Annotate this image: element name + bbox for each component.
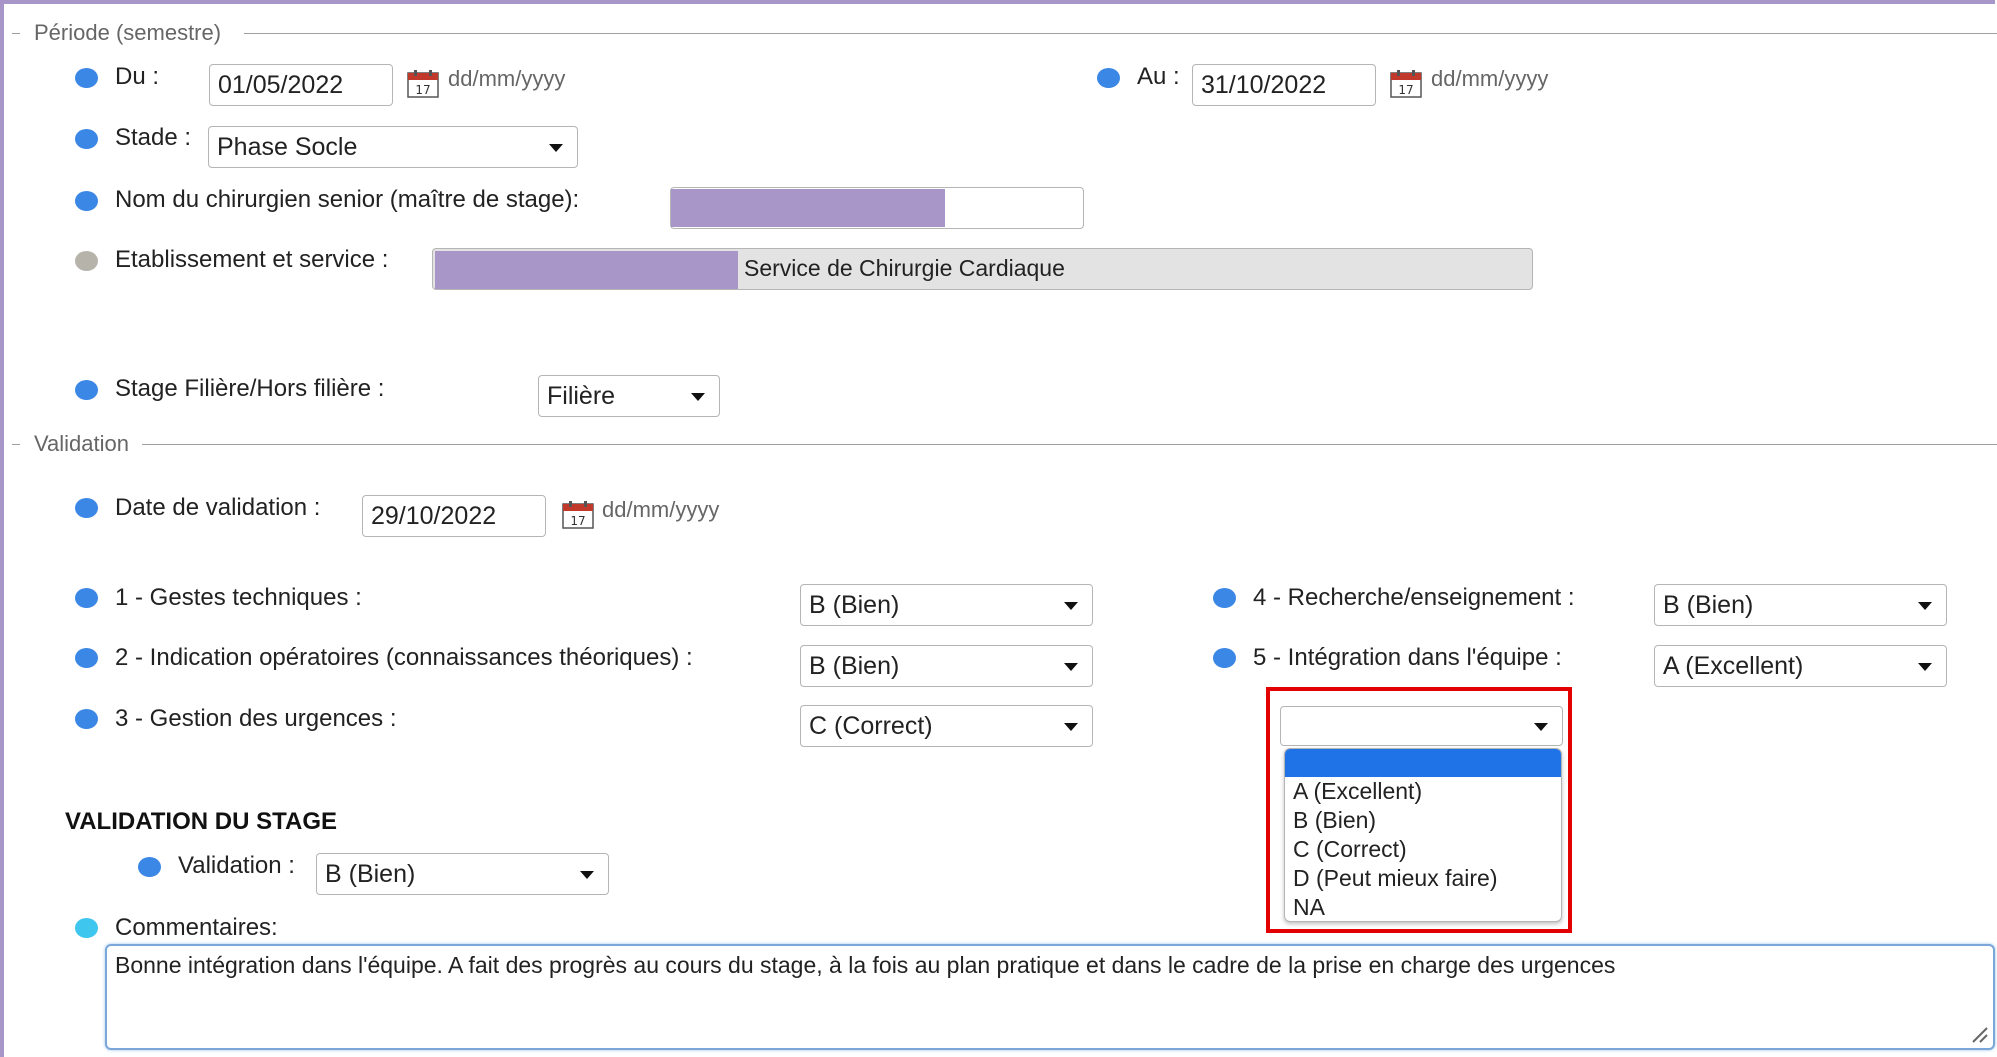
criterion-gestes-select[interactable]: B (Bien) bbox=[800, 584, 1093, 626]
required-dot bbox=[1213, 588, 1236, 608]
periode-legend: Période (semestre) bbox=[32, 20, 224, 46]
criterion-recherche-label: 4 - Recherche/enseignement : bbox=[1253, 584, 1575, 611]
dropdown-option[interactable]: B (Bien) bbox=[1285, 806, 1561, 835]
criterion-urgences-select[interactable]: C (Correct) bbox=[800, 705, 1093, 747]
chevron-down-icon bbox=[1534, 723, 1548, 731]
redacted-area bbox=[671, 189, 945, 227]
chevron-down-icon bbox=[1064, 663, 1078, 671]
criterion-recherche-value: B (Bien) bbox=[1663, 591, 1754, 619]
chevron-down-icon bbox=[1064, 723, 1078, 731]
fieldset-border bbox=[12, 444, 20, 445]
criterion-gestes-label: 1 - Gestes techniques : bbox=[115, 584, 362, 611]
chevron-down-icon bbox=[1064, 602, 1078, 610]
required-dot bbox=[1097, 68, 1120, 88]
stage-validation-label: Validation : bbox=[178, 852, 295, 879]
stage-validation-heading: VALIDATION DU STAGE bbox=[65, 808, 337, 835]
comments-label: Commentaires: bbox=[115, 914, 278, 941]
criterion-indication-select[interactable]: B (Bien) bbox=[800, 645, 1093, 687]
required-dot bbox=[75, 648, 98, 668]
chevron-down-icon bbox=[1918, 602, 1932, 610]
stage-validation-value: B (Bien) bbox=[325, 860, 416, 888]
stade-select[interactable]: Phase Socle bbox=[208, 126, 578, 168]
required-dot bbox=[75, 191, 98, 211]
dropdown-option[interactable]: C (Correct) bbox=[1285, 835, 1561, 864]
criterion-urgences-value: C (Correct) bbox=[809, 712, 933, 740]
criterion-urgences-label: 3 - Gestion des urgences : bbox=[115, 705, 397, 732]
required-dot bbox=[75, 709, 98, 729]
calendar-icon[interactable]: 17 bbox=[407, 70, 439, 98]
optional-dot bbox=[75, 918, 98, 938]
validation-date-hint: dd/mm/yyyy bbox=[602, 497, 720, 522]
chevron-down-icon bbox=[549, 144, 563, 152]
criterion-indication-label: 2 - Indication opératoires (connaissance… bbox=[115, 644, 693, 671]
required-dot bbox=[138, 857, 161, 877]
svg-text:17: 17 bbox=[570, 514, 585, 528]
au-date-hint: dd/mm/yyyy bbox=[1431, 66, 1549, 91]
du-date-hint: dd/mm/yyyy bbox=[448, 66, 566, 91]
fieldset-border bbox=[12, 33, 20, 34]
filiere-select-value: Filière bbox=[547, 382, 616, 410]
stade-label: Stade : bbox=[115, 124, 192, 151]
required-dot bbox=[75, 68, 98, 88]
chevron-down-icon bbox=[691, 393, 705, 401]
dropdown-options-list: A (Excellent) B (Bien) C (Correct) D (Pe… bbox=[1284, 748, 1562, 922]
criterion-integration-label: 5 - Intégration dans l'équipe : bbox=[1253, 644, 1562, 671]
filiere-label: Stage Filière/Hors filière : bbox=[115, 375, 385, 402]
etablissement-label: Etablissement et service : bbox=[115, 246, 389, 273]
au-date-input[interactable]: 31/10/2022 bbox=[1192, 64, 1376, 106]
dropdown-option[interactable]: A (Excellent) bbox=[1285, 777, 1561, 806]
criterion-integration-value: A (Excellent) bbox=[1663, 652, 1804, 680]
comments-textarea[interactable]: Bonne intégration dans l'équipe. A fait … bbox=[105, 944, 1995, 1050]
dropdown-option[interactable]: D (Peut mieux faire) bbox=[1285, 864, 1561, 893]
required-dot bbox=[75, 380, 98, 400]
required-dot bbox=[75, 588, 98, 608]
du-date-input[interactable]: 01/05/2022 bbox=[209, 64, 393, 106]
calendar-icon[interactable]: 17 bbox=[562, 501, 594, 529]
du-label: Du : bbox=[115, 63, 160, 90]
criterion-gestes-value: B (Bien) bbox=[809, 591, 900, 619]
comments-text: Bonne intégration dans l'équipe. A fait … bbox=[115, 952, 1616, 978]
required-dot bbox=[1213, 648, 1236, 668]
readonly-dot bbox=[75, 251, 98, 271]
senior-surgeon-label: Nom du chirurgien senior (maître de stag… bbox=[115, 186, 580, 213]
resize-handle-icon[interactable] bbox=[1969, 1024, 1989, 1044]
calendar-icon[interactable]: 17 bbox=[1390, 70, 1422, 98]
validation-date-input[interactable]: 29/10/2022 bbox=[362, 495, 546, 537]
dropdown-option[interactable]: NA bbox=[1285, 893, 1561, 921]
dropdown-option-empty[interactable] bbox=[1285, 749, 1561, 777]
validation-legend: Validation bbox=[32, 431, 131, 457]
required-dot bbox=[75, 498, 98, 518]
redacted-area bbox=[435, 251, 738, 289]
au-label: Au : bbox=[1137, 63, 1180, 90]
validation-date-label: Date de validation : bbox=[115, 494, 321, 521]
chevron-down-icon bbox=[1918, 663, 1932, 671]
svg-text:17: 17 bbox=[415, 83, 430, 97]
svg-text:17: 17 bbox=[1398, 83, 1413, 97]
criterion-integration-select[interactable]: A (Excellent) bbox=[1654, 645, 1947, 687]
stage-validation-select[interactable]: B (Bien) bbox=[316, 853, 609, 895]
required-dot bbox=[75, 129, 98, 149]
criterion-indication-value: B (Bien) bbox=[809, 652, 900, 680]
chevron-down-icon bbox=[580, 871, 594, 879]
fieldset-border bbox=[244, 33, 1997, 34]
criterion-recherche-select[interactable]: B (Bien) bbox=[1654, 584, 1947, 626]
filiere-select[interactable]: Filière bbox=[538, 375, 720, 417]
open-dropdown-select[interactable] bbox=[1280, 706, 1563, 746]
fieldset-border bbox=[142, 444, 1997, 445]
stade-select-value: Phase Socle bbox=[217, 133, 358, 161]
